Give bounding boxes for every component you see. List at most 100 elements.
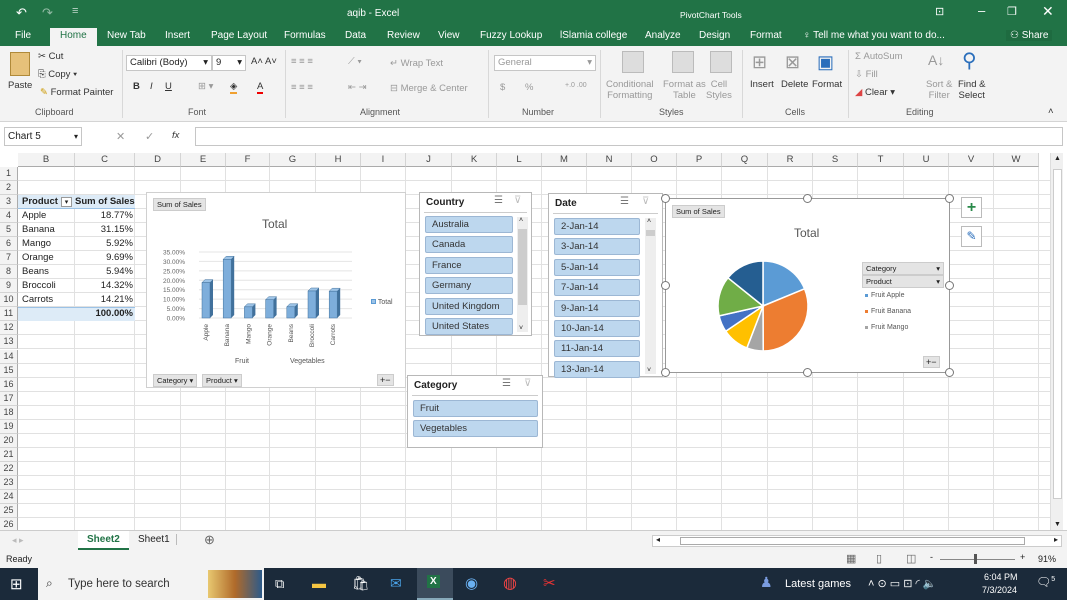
country-scrollbar[interactable]: ˄ ˅ <box>517 217 528 332</box>
cut-button[interactable]: ✂ Cut <box>38 51 63 62</box>
column-header-K[interactable]: K <box>452 153 497 167</box>
font-color-icon[interactable]: A <box>257 81 264 94</box>
row-header-21[interactable]: 21 <box>0 447 18 462</box>
bold-button[interactable]: B <box>133 81 140 92</box>
resize-handle[interactable] <box>661 194 670 203</box>
column-header-B[interactable]: B <box>18 153 75 167</box>
column-header-L[interactable]: L <box>497 153 542 167</box>
clear-filter-icon[interactable]: ⊽ <box>524 378 531 389</box>
file-explorer-icon[interactable]: ▬ <box>312 575 326 591</box>
resize-handle[interactable] <box>661 281 670 290</box>
clear-filter-icon[interactable]: ⊽ <box>514 195 521 206</box>
formula-input[interactable] <box>195 127 1063 146</box>
column-header-U[interactable]: U <box>904 153 949 167</box>
slicer-item-date[interactable]: 5-Jan-14 <box>554 258 640 276</box>
chrome-icon[interactable]: ◍ <box>503 573 517 593</box>
row-header-5[interactable]: 5 <box>0 223 18 238</box>
zoom-in-button[interactable]: + <box>1020 552 1025 562</box>
clock-time[interactable]: 6:04 PM <box>984 572 1018 582</box>
column-header-V[interactable]: V <box>949 153 994 167</box>
snipping-tool-icon[interactable]: ✂ <box>543 574 556 592</box>
slicer-item-date[interactable]: 13-Jan-14 <box>554 360 640 378</box>
conditional-formatting-button[interactable]: Conditional Formatting <box>606 79 654 101</box>
clock-date[interactable]: 7/3/2024 <box>982 585 1017 595</box>
number-format-select[interactable]: General ▾ <box>494 55 596 71</box>
quick-access-icon[interactable]: ≡ <box>72 5 78 17</box>
column-header-Q[interactable]: Q <box>722 153 768 167</box>
tab-analyze[interactable]: Analyze <box>645 30 681 41</box>
horizontal-scrollbar[interactable]: ◂ ▸ <box>652 535 1062 547</box>
insert-button[interactable]: Insert <box>750 79 774 90</box>
underline-button[interactable]: U <box>165 81 172 92</box>
slicer-item-category[interactable]: Vegetables <box>413 420 538 438</box>
close-icon[interactable]: ✕ <box>1042 3 1054 20</box>
slicer-item-country[interactable]: Australia <box>425 216 513 233</box>
excel-taskbar-icon[interactable]: X <box>417 568 453 600</box>
slicer-item-date[interactable]: 10-Jan-14 <box>554 320 640 337</box>
decimal-icon[interactable]: +.0 .00 <box>565 82 587 89</box>
zoom-level[interactable]: 91% <box>1038 554 1056 564</box>
paste-button[interactable]: Paste <box>8 80 32 91</box>
row-header-3[interactable]: 3 <box>0 195 18 210</box>
expand-collapse-button[interactable]: +− <box>377 374 394 386</box>
row-header-13[interactable]: 13 <box>0 335 18 350</box>
notifications-icon[interactable]: 🗨5 <box>1036 575 1055 589</box>
slicer-item-country[interactable]: United Kingdom <box>425 297 513 315</box>
zoom-out-button[interactable]: - <box>930 552 933 562</box>
worksheet-grid[interactable]: BCDEFGHIJKLMNOPQRSTUVW 1 2 3 4 5 6 7 8 9 10 11 12 13… <box>0 153 1050 530</box>
tab-data[interactable]: Data <box>345 30 366 41</box>
add-sheet-icon[interactable]: ⊕ <box>204 532 215 548</box>
tab-home[interactable]: Home <box>50 28 97 46</box>
normal-view-icon[interactable]: ▦ <box>846 552 856 565</box>
resize-handle[interactable] <box>803 368 812 377</box>
taskbar-search[interactable]: ⌕ Type here to search <box>38 568 264 600</box>
slicer-item-category[interactable]: Fruit <box>413 400 538 417</box>
delete-button[interactable]: Delete <box>781 79 808 90</box>
sheet-tab-sheet1[interactable]: Sheet1 <box>132 534 177 545</box>
slicer-item-country[interactable]: Germany <box>425 277 513 295</box>
row-header-11[interactable]: 11 <box>0 307 18 322</box>
orientation-icon[interactable]: ⟋ ▾ <box>348 56 362 67</box>
bar-pivot-chart[interactable]: Sum of Sales Total 0.00% 5.00% 10.00% 15.00… <box>146 192 406 388</box>
tab-page-layout[interactable]: Page Layout <box>211 30 267 41</box>
row-header-1[interactable]: 1 <box>0 167 18 181</box>
column-header-S[interactable]: S <box>813 153 858 167</box>
vertical-scrollbar[interactable]: ▲ ▼ <box>1050 153 1063 530</box>
sheet-tab-sheet2[interactable]: Sheet2 <box>78 531 129 550</box>
column-header-E[interactable]: E <box>181 153 226 167</box>
tab-format[interactable]: Format <box>750 30 782 41</box>
column-header-M[interactable]: M <box>542 153 587 167</box>
tab-insert[interactable]: Insert <box>165 30 190 41</box>
tab-design[interactable]: Design <box>699 30 730 41</box>
page-layout-view-icon[interactable]: ▯ <box>876 552 882 565</box>
page-break-view-icon[interactable]: ◫ <box>906 552 916 565</box>
mail-icon[interactable]: ✉ <box>390 575 402 592</box>
font-name-select[interactable]: Calibri (Body) ▾ <box>126 55 212 71</box>
indent-icon[interactable]: ⇤ ⇥ <box>348 82 367 93</box>
clear-button[interactable]: ◢ Clear ▾ <box>855 87 895 98</box>
news-widget[interactable]: Latest games <box>785 578 851 590</box>
clear-filter-icon[interactable]: ⊽ <box>642 196 649 207</box>
ribbon-display-icon[interactable]: ⊡ <box>935 5 944 18</box>
column-header-T[interactable]: T <box>858 153 904 167</box>
resize-handle[interactable] <box>803 194 812 203</box>
format-painter-button[interactable]: ✎ Format Painter <box>40 87 113 98</box>
row-header-17[interactable]: 17 <box>0 391 18 406</box>
row-header-25[interactable]: 25 <box>0 503 18 518</box>
slicer-item-date[interactable]: 9-Jan-14 <box>554 299 640 317</box>
fill-button[interactable]: ⇩ Fill <box>855 69 878 80</box>
row-header-7[interactable]: 7 <box>0 251 18 266</box>
column-header-W[interactable]: W <box>994 153 1039 167</box>
multi-select-icon[interactable]: ☰ <box>620 196 629 207</box>
cancel-icon[interactable]: ✕ <box>116 130 125 143</box>
tab-fuzzy-lookup[interactable]: Fuzzy Lookup <box>480 30 542 41</box>
row-header-19[interactable]: 19 <box>0 419 18 434</box>
slicer-item-date[interactable]: 11-Jan-14 <box>554 340 640 358</box>
product-field-button[interactable]: Product ▾ <box>202 374 242 387</box>
resize-handle[interactable] <box>945 281 954 290</box>
row-header-24[interactable]: 24 <box>0 489 18 504</box>
multi-select-icon[interactable]: ☰ <box>502 378 511 389</box>
align-left-icon[interactable]: ≡ ≡ ≡ <box>291 82 313 93</box>
font-size-select[interactable]: 9 ▾ <box>212 55 246 71</box>
date-scrollbar[interactable]: ˄ ˅ <box>645 218 656 374</box>
